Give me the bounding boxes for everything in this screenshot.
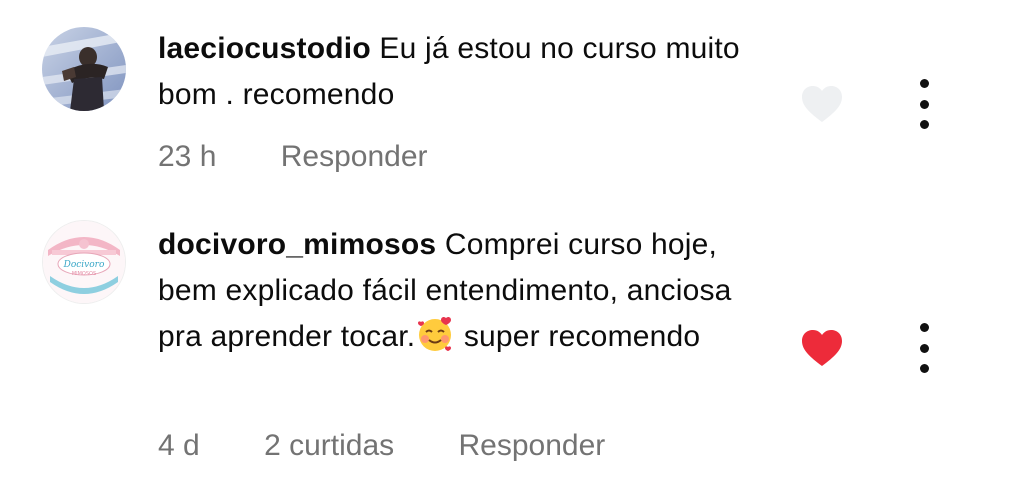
comment-time: 23 h bbox=[158, 140, 217, 173]
dot bbox=[919, 323, 929, 332]
comment-body: docivoro_mimosos Comprei curso hoje, bem… bbox=[158, 222, 768, 360]
likes-count[interactable]: 2 curtidas bbox=[264, 429, 394, 463]
dot bbox=[919, 364, 929, 373]
reply-button[interactable]: Responder bbox=[458, 429, 605, 463]
comments-screen: { "comments": [ { "username": "laeciocus… bbox=[0, 0, 1024, 485]
dot bbox=[919, 79, 929, 88]
avatar-logo-text: Docivoro bbox=[63, 260, 105, 270]
dot bbox=[919, 99, 929, 109]
svg-text:MIMOSOS: MIMOSOS bbox=[72, 271, 96, 277]
dot bbox=[919, 120, 929, 129]
comment-text-end: super recomendo bbox=[455, 320, 701, 353]
avatar[interactable]: Docivoro MIMOSOS bbox=[42, 220, 126, 304]
more-options-button[interactable] bbox=[906, 323, 942, 373]
more-options-button[interactable] bbox=[906, 79, 942, 129]
comment-username[interactable]: docivoro_mimosos bbox=[158, 228, 436, 261]
heart-outline-icon bbox=[802, 86, 842, 122]
avatar[interactable] bbox=[42, 27, 126, 111]
comment-meta: 23 h Responder bbox=[158, 140, 428, 174]
doceria-logo-icon: Docivoro MIMOSOS bbox=[43, 221, 125, 303]
reply-button[interactable]: Responder bbox=[281, 140, 428, 174]
comment-username[interactable]: laeciocustodio bbox=[158, 32, 371, 65]
like-button[interactable] bbox=[800, 328, 844, 368]
dot bbox=[919, 343, 929, 353]
like-button[interactable] bbox=[800, 84, 844, 124]
comment-meta: 4 d 2 curtidas Responder bbox=[158, 429, 605, 463]
comment-time: 4 d bbox=[158, 429, 200, 462]
comment-body: laeciocustodio Eu já estou no curso muit… bbox=[158, 26, 768, 118]
smiling-face-with-hearts-icon bbox=[415, 314, 455, 354]
profile-photo-icon bbox=[42, 27, 126, 111]
heart-filled-icon bbox=[802, 330, 842, 366]
